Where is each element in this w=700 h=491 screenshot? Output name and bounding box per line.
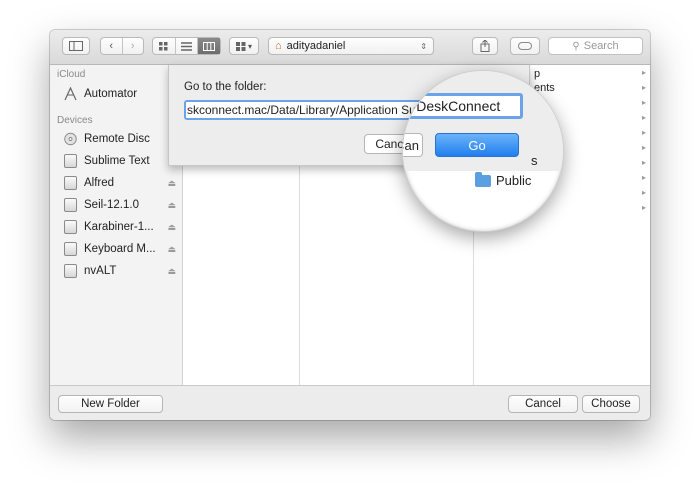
disclosure-arrow-icon: ▸ [641, 128, 646, 137]
sidebar-item-automator[interactable]: Automator [64, 85, 176, 103]
eject-icon[interactable]: ⏏ [167, 266, 176, 277]
sidebar-item-karabiner[interactable]: Karabiner-1... ⏏ [64, 218, 176, 236]
sidebar-header-devices: Devices [57, 115, 93, 126]
chevron-left-icon: ‹ [109, 40, 114, 52]
arrange-button[interactable]: ▾ [229, 37, 259, 55]
search-placeholder: Search [583, 40, 619, 52]
home-icon: ⌂ [275, 40, 282, 52]
disk-icon [64, 154, 77, 168]
disclosure-arrow-icon: ▸ [641, 158, 646, 167]
nav-buttons: ‹ › [100, 37, 144, 55]
search-field[interactable]: ⚲ Search [548, 37, 643, 55]
automator-icon [64, 87, 77, 101]
disk-icon [64, 198, 77, 212]
list-view-button[interactable] [176, 38, 199, 54]
sidebar-item-label: Keyboard M... [84, 243, 156, 255]
sidebar-item-label: nvALT [84, 265, 117, 277]
up-down-arrows-icon: ⇕ [420, 41, 427, 51]
cancel-button[interactable]: Cancel [508, 395, 578, 413]
chevron-down-icon: ▾ [247, 41, 252, 51]
arrange-grid-icon [235, 41, 246, 51]
location-label: adityadaniel [286, 40, 346, 52]
bottom-bar: New Folder Cancel Choose [50, 385, 650, 420]
magnified-path-input: ort/DeskConnect [403, 93, 523, 119]
sidebar-icon [69, 41, 83, 51]
location-popup[interactable]: ⌂ adityadaniel ⇕ [268, 37, 434, 55]
disclosure-arrow-icon: ▸ [641, 113, 646, 122]
sidebar-header-icloud: iCloud [57, 69, 86, 80]
share-button[interactable] [472, 37, 498, 55]
disclosure-arrow-icon: ▸ [641, 203, 646, 212]
eject-icon[interactable]: ⏏ [167, 178, 176, 189]
sidebar-item-seil[interactable]: Seil-12.1.0 ⏏ [64, 196, 176, 214]
magnifier-search-icon: ⚲ [572, 40, 580, 52]
sidebar-item-nvalt[interactable]: nvALT ⏏ [64, 262, 176, 280]
sidebar-toggle-button[interactable] [62, 37, 90, 55]
tag-icon [518, 42, 532, 50]
sidebar-item-label: Sublime Text [84, 155, 150, 167]
disclosure-arrow-icon: ▸ [641, 173, 646, 182]
disk-icon [64, 176, 77, 190]
magnified-public-folder: Public [475, 171, 532, 188]
public-folder-label: Public [496, 173, 532, 188]
sidebar-item-alfred[interactable]: Alfred ⏏ [64, 174, 176, 192]
new-folder-button[interactable]: New Folder [58, 395, 163, 413]
grid-icon [159, 41, 168, 50]
disclosure-arrow-icon: ▸ [641, 143, 646, 152]
disclosure-arrow-icon: ▸ [641, 83, 646, 92]
eject-icon[interactable]: ⏏ [167, 222, 176, 233]
choose-button[interactable]: Choose [582, 395, 640, 413]
sidebar-item-label: Alfred [84, 177, 115, 189]
disclosure-arrow-icon: ▸ [641, 188, 646, 197]
disc-icon [64, 132, 77, 146]
disk-icon [64, 242, 77, 256]
magnified-cancel-button: Can [403, 133, 423, 157]
sidebar-item-label: Karabiner-1... [84, 221, 154, 233]
icon-view-button[interactable] [153, 38, 176, 54]
eject-icon[interactable]: ⏏ [167, 244, 176, 255]
sidebar-item-label: Seil-12.1.0 [84, 199, 139, 211]
eject-icon[interactable]: ⏏ [167, 200, 176, 211]
sidebar-item-label: Remote Disc [84, 133, 150, 145]
sidebar-item-label: Automator [84, 88, 138, 100]
toolbar: ‹ › ▾ ⌂ adityadaniel ⇕ ⚲ Search [50, 30, 650, 65]
columns-icon [203, 41, 216, 51]
disclosure-arrow-icon: ▸ [641, 68, 646, 77]
disk-icon [64, 220, 77, 234]
disclosure-arrow-icon: ▸ [641, 98, 646, 107]
forward-button[interactable]: › [123, 38, 144, 54]
folder-icon [475, 171, 491, 187]
sheet-title: Go to the folder: [184, 81, 267, 93]
sidebar-item-sublime-text[interactable]: Sublime Text [64, 152, 176, 170]
tag-button[interactable] [510, 37, 540, 55]
column-view-button[interactable] [198, 38, 221, 54]
magnified-go-button: Go [435, 133, 519, 157]
share-icon [480, 40, 490, 52]
disk-icon [64, 264, 77, 278]
view-mode-buttons [152, 37, 221, 55]
back-button[interactable]: ‹ [101, 38, 123, 54]
sidebar: iCloud Automator Devices Remote Disc Sub… [50, 65, 183, 385]
magnified-list-fragment: s [531, 153, 538, 168]
sidebar-item-keyboard-m[interactable]: Keyboard M... ⏏ [64, 240, 176, 258]
magnifier-loupe: ort/DeskConnect Can Go s Public [402, 70, 564, 232]
sidebar-item-remote-disc[interactable]: Remote Disc [64, 130, 176, 148]
chevron-right-icon: › [130, 40, 135, 52]
list-icon [181, 41, 192, 51]
